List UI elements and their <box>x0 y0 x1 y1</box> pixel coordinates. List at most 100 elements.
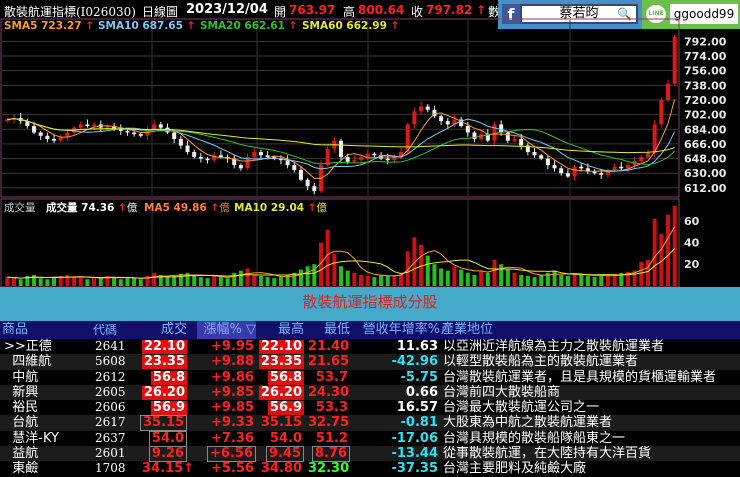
table-row[interactable]: 台航 2617 35.15 +9.33 35.15 32.75 -0.81 大股東為中航之散裝… <box>0 415 740 432</box>
stock-name-cell: 益航 <box>2 446 92 461</box>
ma-legend-item: SMA5 723.27 ↑ <box>4 20 94 32</box>
up-arrow-icon: ↑ <box>304 202 316 214</box>
table-row[interactable]: 東鹼 1708 34.15↑ +5.56 34.80 32.30 -37.35 台灣主要肥料及… <box>0 461 740 476</box>
high-price: 22.10 <box>258 339 304 354</box>
candle-body <box>258 152 263 156</box>
column-header[interactable]: 最高 <box>258 321 306 339</box>
stock-code: 2601 <box>95 446 126 461</box>
column-header[interactable]: 漲幅% ▽ <box>197 321 256 339</box>
change-percent: +9.88 <box>211 354 254 370</box>
candle-body <box>172 132 177 140</box>
volume-bar <box>258 276 263 286</box>
candle-body <box>325 148 330 166</box>
change-percent-cell: +9.86 <box>197 370 256 385</box>
low-price-cell: 21.65 <box>306 354 352 369</box>
table-row[interactable]: 益航 2601 9.26 +6.56 9.45 8.76 -13.44 從事散裝航運，在大陸持… <box>0 446 740 463</box>
volume-bar <box>178 273 183 286</box>
change-percent: +9.33 <box>211 415 254 431</box>
price-volume-chart[interactable]: 792.00 774.00 756.00738.00 720.00 702.00684.… <box>0 18 740 288</box>
high-price-cell: 56.8 <box>258 370 306 385</box>
column-header[interactable]: 代碼 <box>93 321 138 339</box>
column-header[interactable]: 商品 <box>2 321 92 339</box>
candle-body <box>85 124 90 127</box>
revenue-yoy: -17.06 <box>391 430 438 446</box>
volume-bar <box>78 278 83 286</box>
table-row[interactable]: 中航 2612 56.8 +9.86 56.8 53.7 -5.75 台灣散裝航運業者，且是具… <box>0 370 740 385</box>
volume-bar <box>565 276 570 286</box>
table-row[interactable]: >>正德 2641 22.10 +9.95 22.10 21.40 11.63 以亞洲近洋航線… <box>0 339 740 354</box>
candle-body <box>592 171 597 174</box>
up-arrow-icon: ↑ <box>207 202 219 214</box>
candle-body <box>612 166 617 170</box>
stock-name-cell: 東鹼 <box>2 461 92 476</box>
stock-code: 2605 <box>95 384 126 399</box>
change-percent-cell: +9.85 <box>197 385 256 400</box>
change-percent: +9.95 <box>211 339 254 354</box>
volume-bar <box>432 264 437 286</box>
revenue-yoy: 11.63 <box>396 339 438 354</box>
volume-bar <box>138 279 143 286</box>
stock-name: 裕民 <box>4 400 39 416</box>
candle-body <box>385 158 390 161</box>
table-row[interactable]: 裕民 2606 56.9 +9.85 56.9 53.3 16.57 台灣最大散裝航運公司之一 <box>0 400 740 416</box>
volume-bar <box>499 264 504 286</box>
industry-position-cell: 從事散裝航運，在大陸持有大洋百貨 <box>441 446 740 461</box>
candle-body <box>492 124 497 141</box>
revenue-yoy-cell: 11.63 <box>352 339 440 354</box>
candle-body <box>552 165 557 169</box>
candle-body <box>545 158 550 166</box>
column-header[interactable]: 成交 <box>140 321 196 339</box>
low-price: 21.40 <box>308 339 350 354</box>
column-header[interactable]: 產業地位 <box>441 321 740 339</box>
industry-position-cell: 台灣前四大散裝船商 <box>441 385 740 400</box>
high-price-cell: 34.80 <box>258 461 306 476</box>
revenue-yoy: 0.66 <box>405 384 438 400</box>
price-cell: 56.8 <box>140 370 196 385</box>
candle-body <box>345 156 350 162</box>
column-header[interactable]: 營收年增率% <box>352 321 440 339</box>
candle-body <box>445 121 450 125</box>
candle-body <box>672 36 677 84</box>
volume-bar <box>278 277 283 286</box>
industry-position: 以亞洲近洋航線為主力之散裝航運業者 <box>443 339 665 354</box>
volume-bar <box>479 270 484 286</box>
stock-code: 2612 <box>95 369 126 384</box>
candle-body <box>425 106 430 110</box>
industry-position: 台灣最大散裝航運公司之一 <box>443 400 600 416</box>
volume-bar <box>118 279 123 286</box>
stock-name: 四維航 <box>4 354 52 370</box>
price: 54.0 <box>148 430 187 447</box>
candle-body <box>505 132 510 141</box>
stock-code: 2606 <box>95 400 126 415</box>
candle-body <box>192 152 197 157</box>
table-row[interactable]: 四維航 5608 23.35 +9.88 23.35 21.65 -42.96 以輕型散裝船為… <box>0 354 740 370</box>
column-header[interactable]: 最低 <box>306 321 352 339</box>
volume-bar <box>579 274 584 286</box>
candle-body <box>372 153 377 156</box>
candle-body <box>58 137 63 141</box>
stock-name-cell: 中航 <box>2 370 92 385</box>
volume-bar <box>345 270 350 286</box>
up-arrow-icon: ↑ <box>114 202 126 214</box>
volume-bar <box>305 266 310 286</box>
volume-bar <box>465 272 470 286</box>
price: 9.26 <box>148 446 187 463</box>
price: 23.35 <box>141 354 187 370</box>
table-row[interactable]: 慧洋-KY 2637 54.0 +7.36 54.0 51.2 -17.06 台灣具規模的散裝… <box>0 430 740 447</box>
volume-bar <box>38 278 43 286</box>
revenue-yoy: -0.81 <box>400 415 438 431</box>
price-tick-label: 666.00 <box>684 138 727 151</box>
volume-tick-label: 60 <box>684 215 700 228</box>
stock-code-cell: 2605 <box>93 385 138 400</box>
industry-position: 以輕型散裝船為主的散裝航運業者 <box>443 354 639 370</box>
close-value: 797.82 <box>426 3 473 17</box>
table-row[interactable]: 新興 2605 26.20 +9.85 26.20 24.30 0.66 台灣前四大散裝船商 <box>0 384 740 401</box>
high-price: 56.8 <box>267 369 304 385</box>
volume-bar <box>352 272 357 286</box>
candle-body <box>412 111 417 125</box>
volume-bar <box>519 274 524 286</box>
low-price-cell: 24.30 <box>306 385 352 400</box>
volume-bar <box>338 266 344 286</box>
candle-body <box>359 156 364 161</box>
low-price-cell: 53.7 <box>306 370 352 385</box>
